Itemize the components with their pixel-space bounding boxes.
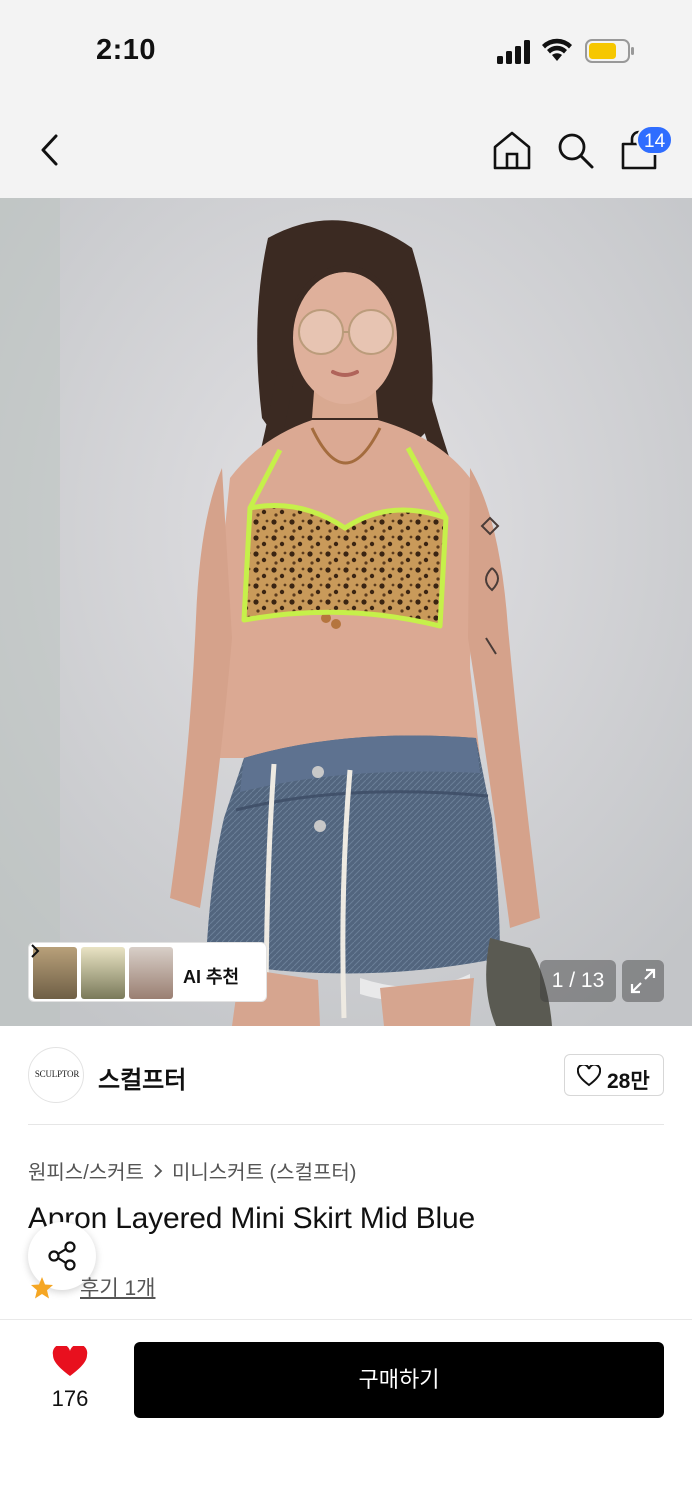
image-page-counter: 1 / 13 — [540, 960, 616, 1002]
buy-button[interactable]: 구매하기 — [134, 1342, 664, 1418]
share-icon — [48, 1241, 76, 1271]
top-bar: 2:10 14 — [0, 0, 692, 198]
ai-thumbnail-2[interactable] — [81, 947, 125, 999]
breadcrumb-category[interactable]: 원피스/스커트 — [28, 1156, 144, 1185]
product-title: Apron Layered Mini Skirt Mid Blue — [28, 1202, 475, 1235]
heart-filled-icon[interactable] — [52, 1346, 88, 1378]
star-icon — [31, 1277, 53, 1299]
bottom-bar-divider — [0, 1319, 692, 1320]
cellular-signal-icon — [497, 40, 530, 64]
search-icon[interactable] — [555, 128, 597, 172]
ai-recommend-label: AI 추천 — [183, 967, 240, 987]
brand-logo-text: SCULPTOR — [34, 1069, 80, 1079]
brand-like-count: 28만 — [607, 1070, 650, 1093]
expand-image-button[interactable] — [622, 960, 664, 1002]
ai-thumbnail-3[interactable] — [129, 947, 173, 999]
status-time: 2:10 — [96, 34, 157, 66]
cart-count-badge: 14 — [636, 125, 674, 155]
brand-like-button[interactable]: 28만 — [564, 1054, 664, 1096]
divider — [28, 1124, 664, 1125]
chevron-right-icon — [31, 944, 40, 958]
chevron-right-icon — [154, 1163, 163, 1178]
review-link[interactable]: 후기 1개 — [80, 1272, 155, 1302]
breadcrumb-subcategory[interactable]: 미니스커트 (스컬프터) — [172, 1156, 356, 1185]
brand-name[interactable]: 스컬프터 — [98, 1060, 186, 1095]
brand-logo[interactable]: SCULPTOR — [28, 1047, 84, 1103]
expand-icon — [630, 968, 656, 994]
product-image[interactable]: AI 추천 1 / 13 — [0, 198, 692, 1026]
wifi-icon — [542, 38, 572, 61]
battery-icon — [585, 39, 634, 63]
like-count: 176 — [51, 1386, 89, 1411]
heart-outline-icon — [577, 1065, 601, 1087]
back-arrow-icon[interactable] — [34, 128, 70, 172]
home-icon[interactable] — [492, 128, 532, 172]
ai-recommend-chip[interactable]: AI 추천 — [28, 942, 267, 1002]
breadcrumb: 원피스/스커트 미니스커트 (스컬프터) — [28, 1156, 356, 1185]
product-photo-illustration — [0, 198, 692, 1026]
